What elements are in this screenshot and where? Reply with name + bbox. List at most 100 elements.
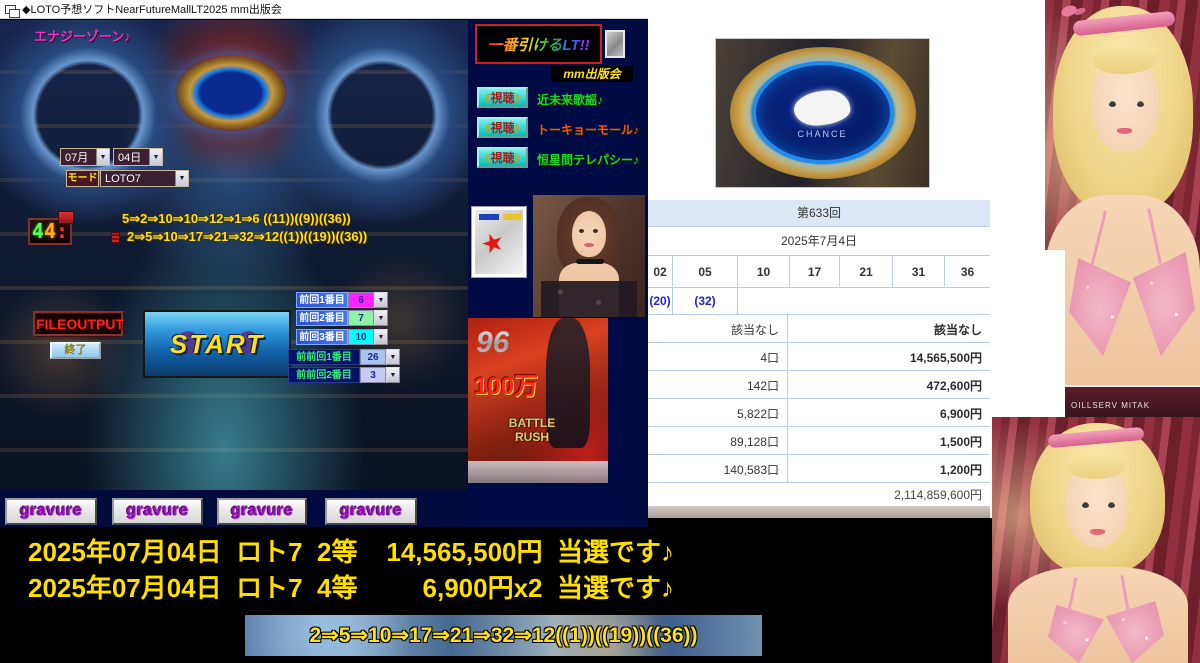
winning-number-cell: 31 [893,256,945,287]
prev-number-label: 前回1番目 [296,292,348,308]
ornament-icon: 》 [514,94,525,105]
ornament-icon: 》 [514,124,525,135]
prev-number-value[interactable]: 7 [348,310,374,326]
draw-date-row: 2025年7月4日 [648,227,990,256]
watch-item-label-1: 近未来歌謡♪ [537,93,604,107]
gravure-photo-middle [533,195,645,317]
pachinko-rush-label: BATTLE RUSH [508,416,556,444]
winner-count: 140,583口 [648,455,788,482]
star-icon: ★ [476,225,509,261]
exit-button[interactable]: 終了 [50,342,101,359]
gravure-button-4[interactable]: gravure [325,498,417,525]
prev-number-value[interactable]: 10 [348,329,374,345]
prev-number-row-2: 前回2番目 7 ▼ [296,310,388,326]
red-indicator-icon [58,211,74,224]
prev-number-label: 前前回2番目 [288,367,360,383]
catch-logo-text: 一番引けるLT!! [487,34,589,55]
ornament-icon: 《 [480,124,491,135]
bonus-numbers-row: (20) (32) [648,288,990,315]
winner-count: 142口 [648,371,788,398]
catch-logo: 一番引けるLT!! [475,24,602,64]
winning-number-cell: 10 [738,256,790,287]
marker-icon [111,231,120,243]
bonus-empty-cell [738,288,990,314]
horizontal-scrollbar[interactable] [648,506,990,518]
chevron-down-icon[interactable]: ▼ [175,171,188,186]
watch-button-3[interactable]: 《 視聴 》 [477,147,528,168]
badge-decoration [503,214,521,220]
prev-number-row-1: 前回1番目 6 ▼ [296,292,388,308]
badge-decoration [479,214,499,220]
carryover-amount: 2,114,859,600円 [894,488,982,502]
month-select[interactable]: 07月 ▼ [60,148,110,166]
eye-shape [1082,503,1089,508]
energy-zone-label: エナジーゾーン♪ [34,29,131,44]
winning-line-1: 2025年07月04日 ロト7 2等 14,565,500円 当選です♪ [28,537,674,567]
page-background-gap [1045,250,1065,417]
eye-shape [579,229,584,233]
winner-count: 5,822口 [648,399,788,426]
loto-app-window: ◆LOTO予想ソフトNearFutureMallLT2025 mm出版会 エナジ… [0,0,648,527]
chevron-down-icon[interactable]: ▼ [374,329,388,345]
chevron-down-icon[interactable]: ▼ [386,367,400,383]
prev-number-value[interactable]: 6 [348,292,374,308]
ornament-icon: 》 [514,154,525,165]
gravure-button-3[interactable]: gravure [217,498,307,525]
mode-select[interactable]: LOTO7 ▼ [100,170,189,187]
mode-value: LOTO7 [105,172,141,185]
prev-number-value[interactable]: 26 [360,349,386,365]
winning-numbers-row: 02 05 10 17 21 31 36 [648,256,990,288]
carryover-row: 2,114,859,600円 [648,483,990,505]
prev-number-label: 前前回1番目 [288,349,360,365]
chevron-down-icon[interactable]: ▼ [374,310,388,326]
eye-shape [1108,503,1115,508]
winning-number-cell: 36 [960,264,975,279]
watch-item-label-2: トーキョーモール♪ [537,123,640,137]
chance-caption: CHANCE [797,129,848,139]
watch-button-2[interactable]: 《 視聴 》 [477,117,528,138]
watch-button-1[interactable]: 《 視聴 》 [477,87,528,108]
winner-count: 89,128口 [648,427,788,454]
pachinko-number: 96 [476,326,510,359]
gravure-button-1[interactable]: gravure [5,498,97,525]
pachinko-machine-base [468,461,608,483]
prev-number-label: 前回2番目 [296,310,348,326]
fileoutput-button[interactable]: FILEOUTPUT [33,311,124,337]
prev-number-row-3: 前回3番目 10 ▼ [296,329,388,345]
chevron-down-icon[interactable]: ▼ [386,349,400,365]
face-shape [572,211,606,257]
gravure-button-2[interactable]: gravure [112,498,203,525]
author-photo-icon [605,30,625,58]
ornament-icon: 《 [480,154,491,165]
watch-button-label: 視聴 [490,121,515,135]
pachinko-photo: 96 100万 BATTLE RUSH [468,318,608,483]
numbers-photo-strip: 2⇒5⇒10⇒17⇒21⇒32⇒12((1))((19))((36)) [245,615,762,656]
app-title: ◆LOTO予想ソフトNearFutureMallLT2025 mm出版会 [22,4,282,16]
prize-amount: 1,200円 [939,463,982,477]
winning-number-cell: 21 [840,256,893,287]
prize-amount: 14,565,500円 [909,351,982,365]
clock-digit: 4 [31,219,44,243]
lips-shape [1090,529,1105,535]
app-titlebar[interactable]: ◆LOTO予想ソフトNearFutureMallLT2025 mm出版会 [0,0,648,19]
start-button[interactable]: START [143,310,291,378]
chevron-down-icon[interactable]: ▼ [149,149,162,165]
prev-prev-number-row-2: 前前回2番目 3 ▼ [288,367,400,383]
mall-photo-background: エナジーゾーン♪ 07月 ▼ 04日 ▼ モード LOTO7 ▼ 44: 5⇒2… [0,20,468,490]
chevron-down-icon[interactable]: ▼ [374,292,388,308]
winning-banner: 2025年07月04日 ロト7 2等 14,565,500円 当選です♪ 202… [0,518,990,663]
prize-amount: 1,500円 [939,435,982,449]
prev-number-value[interactable]: 3 [360,367,386,383]
winner-count: 4口 [648,343,788,370]
eye-shape [1109,102,1116,107]
draw-date: 2025年7月4日 [780,234,858,248]
bonus-number-cell: (32) [673,288,738,314]
predicted-sequence-1: 5⇒2⇒10⇒10⇒12⇒1⇒6 ((11))((9))((36)) [122,211,351,226]
chance-button-photo: CHANCE [715,38,930,188]
pachinko-prize-label: 100万 [474,373,539,400]
winning-number-cell: 05 [673,256,738,287]
prize-row-2nd: 4口 14,565,500円 [648,343,990,371]
watch-button-label: 視聴 [490,91,515,105]
chevron-down-icon[interactable]: ▼ [96,149,109,165]
day-select[interactable]: 04日 ▼ [113,148,163,166]
